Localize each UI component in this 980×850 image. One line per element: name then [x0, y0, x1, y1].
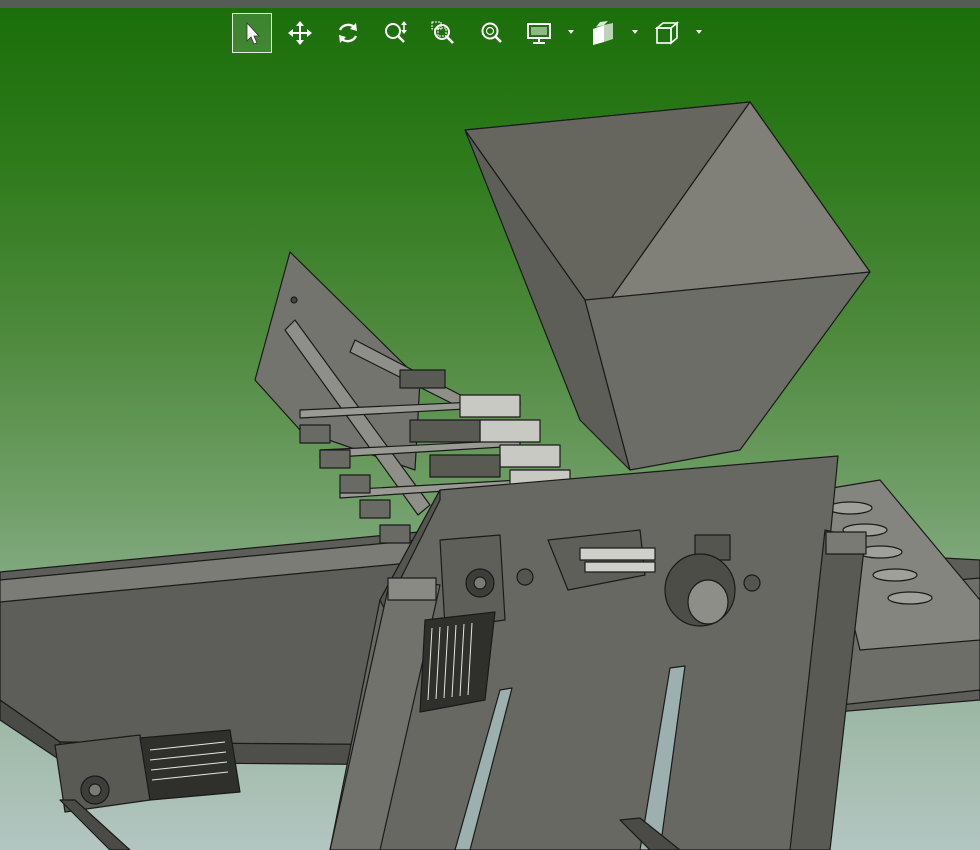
rotate-icon [338, 23, 358, 43]
chevron-down-icon [568, 30, 574, 34]
display-mode-dropdown[interactable] [520, 13, 576, 53]
zoom-window-icon [431, 21, 454, 44]
hopper [464, 101, 871, 471]
view-toolbar [232, 13, 712, 53]
select-tool-button[interactable] [232, 13, 272, 53]
cube-icon [654, 21, 680, 45]
select-arrow-icon [246, 21, 260, 45]
monitor-icon [527, 23, 551, 44]
pan-move-icon [288, 21, 312, 45]
zoom-tool-button[interactable] [376, 13, 416, 53]
standard-views-icon [593, 21, 613, 45]
pan-tool-button[interactable] [280, 13, 320, 53]
gear-motor-lower [54, 729, 241, 850]
cad-model-viewport[interactable] [0, 0, 980, 850]
render-style-dropdown[interactable] [648, 13, 704, 53]
chevron-down-icon [696, 30, 702, 34]
view-orientation-dropdown[interactable] [584, 13, 640, 53]
zoom-fit-icon [481, 22, 502, 43]
zoom-updown-icon [385, 21, 407, 43]
zoom-fit-tool-button[interactable] [472, 13, 512, 53]
chevron-down-icon [632, 30, 638, 34]
rotate-tool-button[interactable] [328, 13, 368, 53]
zoom-window-tool-button[interactable] [424, 13, 464, 53]
nozzle-cylinders [399, 369, 571, 489]
